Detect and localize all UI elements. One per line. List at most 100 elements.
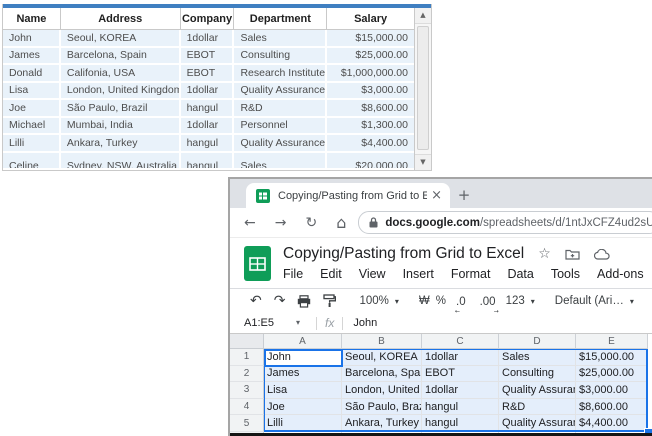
cell-E2[interactable]: $25,000.00 bbox=[576, 366, 648, 383]
grid-col-header-company[interactable]: Company bbox=[181, 8, 235, 30]
cell-address[interactable]: São Paulo, Brazil bbox=[61, 100, 181, 118]
cell-address[interactable]: Seoul, KOREA bbox=[61, 30, 181, 48]
cell-C3[interactable]: 1dollar bbox=[422, 382, 499, 399]
menu-addons[interactable]: Add-ons bbox=[597, 267, 644, 281]
menu-insert[interactable]: Insert bbox=[403, 267, 434, 281]
cell-department[interactable]: Quality Assurance bbox=[234, 83, 327, 101]
row-header-3[interactable]: 3 bbox=[230, 382, 264, 399]
chevron-down-icon[interactable]: ▾ bbox=[395, 298, 399, 306]
cell-company[interactable]: hangul bbox=[181, 135, 235, 153]
cell-salary[interactable]: $4,400.00 bbox=[327, 135, 414, 153]
cell-C5[interactable]: hangul bbox=[422, 415, 499, 432]
cell-A1[interactable]: John bbox=[264, 349, 342, 366]
cell-salary[interactable]: $1,000,000.00 bbox=[327, 65, 414, 83]
col-header-a[interactable]: A bbox=[264, 334, 342, 349]
cell-salary[interactable]: $15,000.00 bbox=[327, 30, 414, 48]
cell-department[interactable]: Personnel bbox=[234, 118, 327, 136]
address-bar[interactable]: docs.google.com /spreadsheets/d/1ntJxCFZ… bbox=[358, 211, 652, 234]
menu-data[interactable]: Data bbox=[507, 267, 533, 281]
print-icon[interactable] bbox=[297, 295, 311, 308]
cell-D2[interactable]: Consulting bbox=[499, 366, 576, 383]
cell-department[interactable]: Sales bbox=[234, 30, 327, 48]
fill-handle[interactable] bbox=[644, 428, 652, 436]
browser-tab[interactable]: Copying/Pasting from Grid to E × bbox=[246, 183, 450, 208]
font-select[interactable]: Default (Ari… bbox=[555, 295, 624, 307]
grid-col-header-salary[interactable]: Salary bbox=[327, 8, 414, 30]
cell-company[interactable]: 1dollar bbox=[181, 30, 235, 48]
cell-department[interactable]: Sales bbox=[234, 153, 327, 171]
row-header-5[interactable]: 5 bbox=[230, 415, 264, 432]
decrease-decimal-button[interactable]: .0 ← bbox=[453, 292, 469, 310]
cell-address[interactable]: Ankara, Turkey bbox=[61, 135, 181, 153]
cell-E5[interactable]: $4,400.00 bbox=[576, 415, 648, 432]
cell-address[interactable]: Mumbai, India bbox=[61, 118, 181, 136]
cell-department[interactable]: Quality Assurance bbox=[234, 135, 327, 153]
cell-C6[interactable] bbox=[422, 432, 499, 436]
undo-icon[interactable]: ↶ bbox=[250, 294, 262, 308]
cell-address[interactable]: Sydney, NSW, Australia bbox=[61, 153, 181, 171]
grid-col-header-department[interactable]: Department bbox=[234, 8, 327, 30]
cell-D4[interactable]: R&D bbox=[499, 399, 576, 416]
menu-file[interactable]: File bbox=[283, 267, 303, 281]
cell-name[interactable]: Joe bbox=[3, 100, 61, 118]
cell-address[interactable]: London, United Kingdom bbox=[61, 83, 181, 101]
new-tab-button[interactable]: + bbox=[450, 183, 478, 208]
home-icon[interactable]: ⌂ bbox=[336, 215, 346, 231]
cell-department[interactable]: Research Institute bbox=[234, 65, 327, 83]
cell-address[interactable]: Califonia, USA bbox=[61, 65, 181, 83]
cell-B1[interactable]: Seoul, KOREA bbox=[342, 349, 422, 366]
cell-department[interactable]: R&D bbox=[234, 100, 327, 118]
scrollbar-down-icon[interactable]: ▼ bbox=[415, 154, 431, 170]
cell-address[interactable]: Barcelona, Spain bbox=[61, 48, 181, 66]
move-to-folder-icon[interactable] bbox=[565, 248, 580, 260]
cell-E3[interactable]: $3,000.00 bbox=[576, 382, 648, 399]
cloud-status-icon[interactable] bbox=[594, 249, 610, 260]
cell-company[interactable]: 1dollar bbox=[181, 83, 235, 101]
forward-icon[interactable]: → bbox=[275, 216, 287, 230]
cell-E4[interactable]: $8,600.00 bbox=[576, 399, 648, 416]
document-title[interactable]: Copying/Pasting from Grid to Excel bbox=[283, 245, 524, 263]
cell-salary[interactable]: $3,000.00 bbox=[327, 83, 414, 101]
cell-E1[interactable]: $15,000.00 bbox=[576, 349, 648, 366]
cell-C1[interactable]: 1dollar bbox=[422, 349, 499, 366]
cell-company[interactable]: EBOT bbox=[181, 48, 235, 66]
cell-D3[interactable]: Quality Assurance bbox=[499, 382, 576, 399]
cell-B4[interactable]: São Paulo, Brazil bbox=[342, 399, 422, 416]
cell-salary[interactable]: $20,000.00 bbox=[327, 153, 414, 171]
menu-tools[interactable]: Tools bbox=[551, 267, 580, 281]
chevron-down-icon[interactable]: ▾ bbox=[296, 319, 300, 327]
star-icon[interactable]: ☆ bbox=[538, 247, 551, 261]
row-header-2[interactable]: 2 bbox=[230, 366, 264, 383]
cell-A2[interactable]: James bbox=[264, 366, 342, 383]
cell-salary[interactable]: $8,600.00 bbox=[327, 100, 414, 118]
grid-col-header-address[interactable]: Address bbox=[61, 8, 181, 30]
redo-icon[interactable]: ↷ bbox=[274, 294, 286, 308]
format-percent-button[interactable]: % bbox=[436, 295, 446, 307]
cell-D1[interactable]: Sales bbox=[499, 349, 576, 366]
row-header-6[interactable]: 6 bbox=[230, 432, 264, 436]
formula-input[interactable]: John bbox=[353, 317, 377, 329]
paint-format-icon[interactable] bbox=[323, 294, 336, 308]
cell-company[interactable]: EBOT bbox=[181, 65, 235, 83]
col-header-d[interactable]: D bbox=[499, 334, 576, 349]
col-header-c[interactable]: C bbox=[422, 334, 499, 349]
cell-salary[interactable]: $1,300.00 bbox=[327, 118, 414, 136]
cell-company[interactable]: 1dollar bbox=[181, 118, 235, 136]
cell-name[interactable]: Celine bbox=[3, 153, 61, 171]
cell-D5[interactable]: Quality Assurance bbox=[499, 415, 576, 432]
row-header-4[interactable]: 4 bbox=[230, 399, 264, 416]
zoom-select[interactable]: 100% bbox=[359, 295, 388, 307]
cell-B3[interactable]: London, United Kingdom bbox=[342, 382, 422, 399]
col-header-b[interactable]: B bbox=[342, 334, 422, 349]
cell-B6[interactable] bbox=[342, 432, 422, 436]
scrollbar-up-icon[interactable]: ▲ bbox=[415, 8, 431, 24]
sheets-logo-icon[interactable] bbox=[244, 246, 271, 281]
cell-A4[interactable]: Joe bbox=[264, 399, 342, 416]
cell-company[interactable]: hangul bbox=[181, 100, 235, 118]
grid-col-header-name[interactable]: Name bbox=[3, 8, 61, 30]
format-currency-button[interactable]: ₩ bbox=[419, 295, 430, 307]
tab-close-icon[interactable]: × bbox=[431, 189, 442, 202]
cell-department[interactable]: Consulting bbox=[234, 48, 327, 66]
scrollbar-thumb[interactable] bbox=[417, 26, 429, 150]
name-box[interactable]: A1:E5 bbox=[244, 317, 296, 329]
